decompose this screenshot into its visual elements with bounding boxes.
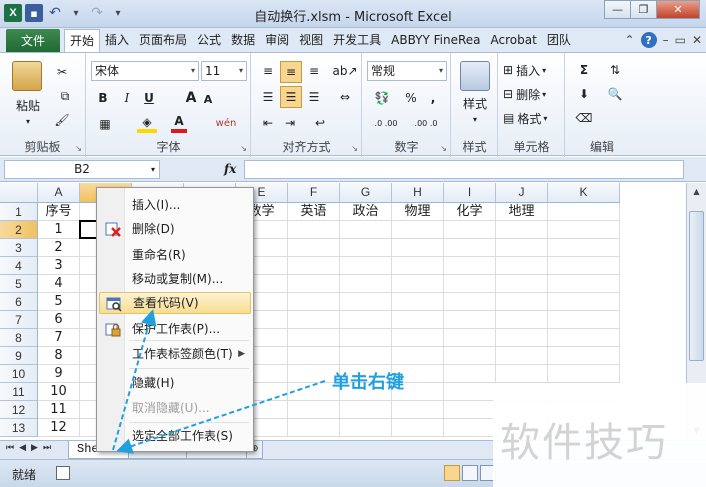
arrow-to-view-code [112, 309, 157, 451]
annotation-right-click: 单击右键 [332, 372, 404, 393]
arrow-to-sheet-tab [116, 380, 326, 454]
watermark-text: 软件技巧 [500, 420, 668, 466]
